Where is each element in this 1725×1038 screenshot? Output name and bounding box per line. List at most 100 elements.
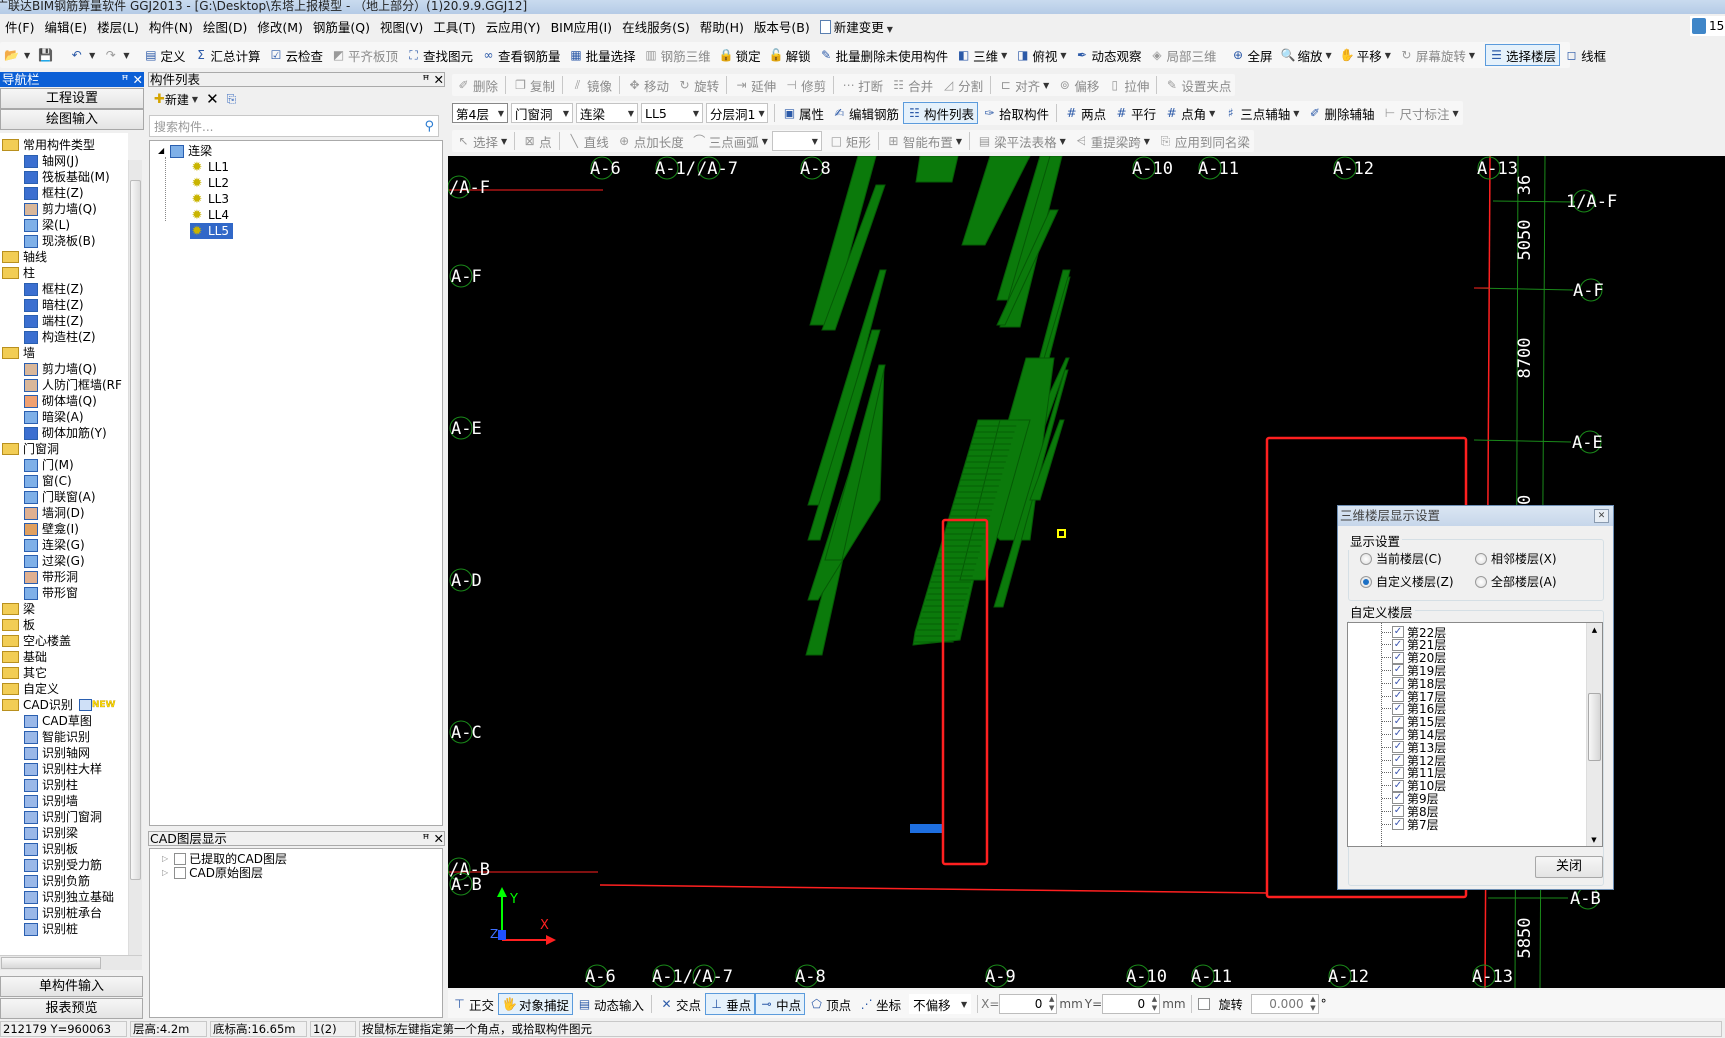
glasses-button[interactable]: ∞ 查看钢筋量 — [477, 44, 565, 66]
tree-item[interactable]: 框柱(Z) — [24, 185, 84, 201]
intersection-button[interactable]: ✕ 交点 — [655, 993, 705, 1015]
tree-folder[interactable]: 柱 — [2, 265, 35, 281]
user-badge[interactable]: 159 — [1690, 16, 1725, 36]
menu-item[interactable]: 云应用(Y) — [481, 17, 546, 36]
delete-axis-button[interactable]: ✐ 删除辅轴 — [1303, 102, 1378, 124]
point-angle-button[interactable]: # 点角 ▼ — [1160, 102, 1219, 124]
menu-item[interactable]: 构件(N) — [144, 17, 198, 36]
tree-folder[interactable]: 其它 — [2, 665, 47, 681]
align-button[interactable]: ⊏ 对齐 ▼ — [994, 74, 1053, 96]
floor-checkbox[interactable]: ✓ — [1392, 728, 1404, 741]
component-select[interactable]: LL5 ▼ — [641, 103, 703, 123]
tree-item[interactable]: 门联窗(A) — [24, 489, 96, 505]
floor-list-scrollbar[interactable]: ▲ ▼ — [1586, 623, 1602, 846]
menu-item[interactable]: 帮助(H) — [695, 17, 749, 36]
floor-checkbox[interactable]: ✓ — [1392, 766, 1404, 779]
arc-button[interactable]: ⌒ 三点画弧 ▼ — [688, 130, 772, 152]
chevron-down-icon[interactable]: ▼ — [1001, 51, 1007, 60]
copy-component-icon[interactable]: ⎘ — [227, 92, 237, 107]
two-point-axis-button[interactable]: # 两点 — [1060, 102, 1110, 124]
dialog-close-icon[interactable]: ✕ — [1594, 509, 1609, 523]
tree-item[interactable]: CAD草图 — [24, 713, 92, 729]
floor-mode-radio[interactable]: 相邻楼层(X) — [1475, 550, 1557, 567]
rotate-button[interactable]: ↻ 旋转 — [673, 74, 723, 96]
chevron-down-icon[interactable]: ▼ — [1060, 51, 1066, 60]
layer-checkbox[interactable] — [174, 853, 187, 865]
tree-item[interactable]: 剪力墙(Q) — [24, 201, 97, 217]
break-button[interactable]: ⋯ 打断 — [837, 74, 887, 96]
tree-item[interactable]: 智能识别 — [24, 729, 90, 745]
tree-folder[interactable]: 门窗洞 — [2, 441, 59, 457]
redo-button[interactable]: ↷ ▼ — [99, 44, 133, 66]
tree-folder[interactable]: 轴线 — [2, 249, 47, 265]
search-icon[interactable]: ⚲ — [424, 119, 434, 134]
tree-item[interactable]: 框柱(Z) — [24, 281, 84, 297]
floor-checkbox[interactable]: ✓ — [1392, 664, 1404, 677]
component-search-box[interactable]: 搜索构件... ⚲ — [149, 115, 439, 137]
component-list-button[interactable]: ☷ 构件列表 — [903, 102, 979, 124]
tree-folder[interactable]: 空心楼盖 — [2, 633, 71, 649]
tree-item[interactable]: 砌体加筋(Y) — [24, 425, 107, 441]
fullscreen-button[interactable]: ⊕ 全屏 — [1227, 44, 1277, 66]
menu-item[interactable]: 楼层(L) — [92, 17, 144, 36]
object-snap-button[interactable]: 🖐 对象捕捉 — [498, 993, 574, 1015]
menu-item[interactable]: 在线服务(S) — [617, 17, 695, 36]
sigma-button[interactable]: Σ 汇总计算 — [189, 44, 264, 66]
tree-item[interactable]: 识别梁 — [24, 825, 78, 841]
tree-item[interactable]: 过梁(G) — [24, 553, 85, 569]
collapse-arrow-icon[interactable]: ◢ — [158, 143, 164, 159]
menu-item[interactable]: 绘图(D) — [198, 17, 252, 36]
tree-item[interactable]: 壁龛(I) — [24, 521, 79, 537]
cad-panel-icon[interactable] — [78, 699, 92, 711]
floor-checkbox[interactable]: ✓ — [1392, 715, 1404, 728]
component-list-pin-close[interactable]: ꟸ ✕ — [422, 73, 444, 86]
tree-item[interactable]: 识别墙 — [24, 793, 78, 809]
point-length-button[interactable]: ⊕ 点加长度 — [613, 130, 688, 152]
perpendicular-button[interactable]: ⊥ 垂点 — [705, 993, 756, 1015]
chevron-down-icon[interactable]: ▼ — [1144, 137, 1150, 146]
floor-checkbox[interactable]: ✓ — [1392, 690, 1404, 702]
rotate-checkbox[interactable] — [1197, 998, 1210, 1010]
tree-folder[interactable]: 常用构件类型 — [2, 137, 95, 153]
binoculars-button[interactable]: ⛶ 查找图元 — [402, 44, 477, 66]
category-select[interactable]: 门窗洞 ▼ — [511, 103, 573, 123]
tree-item[interactable]: 暗柱(Z) — [24, 297, 84, 313]
chevron-down-icon[interactable]: ▼ — [1293, 109, 1299, 118]
tree-item[interactable]: 砌体墙(Q) — [24, 393, 97, 409]
menu-item[interactable]: BIM应用(I) — [546, 17, 618, 36]
chevron-down-icon[interactable]: ▼ — [762, 137, 768, 146]
component-item[interactable]: ✹ LL4 — [190, 207, 229, 223]
tree-item[interactable]: 暗梁(A) — [24, 409, 84, 425]
chevron-down-icon[interactable]: ▼ — [1043, 81, 1049, 90]
floor-checkbox[interactable]: ✓ — [1392, 626, 1404, 638]
menu-item[interactable]: 编辑(E) — [39, 17, 92, 36]
edit-rebar-button[interactable]: ✍ 编辑钢筋 — [828, 102, 903, 124]
dialog-close-button[interactable]: 关闭 — [1535, 856, 1603, 878]
menu-item[interactable]: 钢筋量(Q) — [308, 17, 375, 36]
batch-select-button[interactable]: ▦ 批量选择 — [565, 44, 640, 66]
merge-button[interactable]: ☷ 合并 — [887, 74, 937, 96]
nav-hscrollbar[interactable] — [0, 955, 142, 970]
nav-scroll-thumb[interactable] — [130, 180, 141, 880]
grip-button[interactable]: ✎ 设置夹点 — [1160, 74, 1235, 96]
component-item[interactable]: ✹ LL2 — [190, 175, 229, 191]
chevron-down-icon[interactable]: ▼ — [501, 137, 507, 146]
report-preview-button[interactable]: 报表预览 — [0, 998, 143, 1019]
beam-segment[interactable] — [915, 156, 959, 183]
mirror-button[interactable]: ⫽ 镜像 — [566, 74, 616, 96]
split-button[interactable]: ◿ 分割 — [937, 74, 987, 96]
batch-delete-button[interactable]: ✎ 批量删除未使用构件 — [815, 44, 953, 66]
align-slab-button[interactable]: ◩ 平齐板顶 — [327, 44, 402, 66]
tree-folder[interactable]: 梁 — [2, 601, 35, 617]
floor-checkbox[interactable]: ✓ — [1392, 754, 1404, 766]
screen-rotate-button[interactable]: ↻ 屏幕旋转 ▼ — [1395, 44, 1479, 66]
project-settings-button[interactable]: 工程设置 — [0, 88, 144, 109]
menu-item[interactable]: 新建变更 ▼ — [815, 17, 898, 36]
extend-button[interactable]: ⇥ 延伸 — [730, 74, 780, 96]
trim-button[interactable]: ⊣ 修剪 — [780, 74, 830, 96]
chevron-down-icon[interactable]: ▼ — [1469, 51, 1475, 60]
tree-item[interactable]: 门(M) — [24, 457, 74, 473]
tree-item[interactable]: 墙洞(D) — [24, 505, 85, 521]
tree-item[interactable]: 识别板 — [24, 841, 78, 857]
component-item[interactable]: ✹ LL1 — [190, 159, 229, 175]
